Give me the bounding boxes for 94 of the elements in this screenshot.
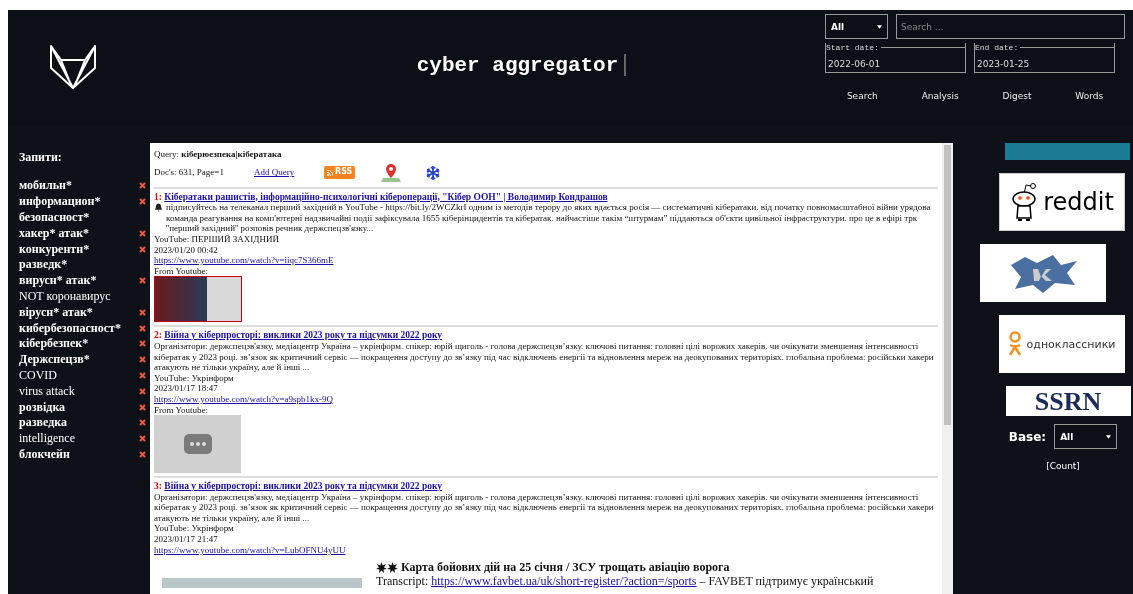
base-label: Base: — [1008, 429, 1047, 444]
query-item[interactable]: хакер* атак* — [19, 225, 90, 241]
remove-icon[interactable] — [139, 182, 146, 190]
post-title: Карта бойових дій на 25 січня / ЗСУ трощать авіацію ворога — [401, 560, 730, 575]
result-snippet: Організатори: держспецзв'язку, медіацентр Україна – укрінформ. спікер: юрій щиголь - голова держспецзв’язку. ключові питання: головні цілі ворожих хакерів. чи очікувати зменшення інтенсивності кібератак у 2023 році. зв’язок як критичний сервіс — покращення доступу до зв’язку під час відключень енергії та відновлення мереж на деокупованих територіях. глобальна проблема: російськи хакери атакують не тільки україну, але й інші ... — [154, 491, 935, 524]
person-icon — [1007, 331, 1022, 357]
query-item[interactable]: вирусн* атак* — [19, 273, 97, 289]
query-item[interactable]: блокчейн — [19, 446, 70, 462]
result-number: 1: — [154, 191, 162, 202]
map-pin-icon — [381, 163, 402, 182]
nav-button[interactable]: Search — [840, 89, 884, 103]
caret-icon — [877, 24, 882, 29]
dropdown[interactable]: All — [825, 14, 888, 39]
result-source: YouTube: Укрінформ — [154, 523, 235, 535]
date-label: End date: — [975, 43, 1019, 52]
query-item[interactable]: COVID — [19, 367, 57, 383]
source-label: From Youtube: — [154, 404, 209, 416]
query-item[interactable]: мобильн* — [19, 178, 72, 194]
query-item[interactable]: конкурентн* — [19, 241, 90, 257]
result-title-link[interactable]: Війна у кіберпросторі: виклики 2023 року та підсумки 2022 року — [164, 481, 443, 492]
remove-icon[interactable] — [139, 340, 146, 348]
date-input[interactable]: 2022-06-01 — [826, 56, 950, 72]
query-item[interactable]: разведк* — [19, 257, 68, 273]
snowflake-icon — [425, 164, 442, 181]
transcript-link[interactable]: https://www.favbet.ua/uk/short-register/?action=/sports — [431, 574, 697, 589]
remove-icon[interactable] — [139, 435, 146, 443]
date-label: Start date: — [826, 43, 879, 52]
remove-icon[interactable] — [139, 419, 146, 427]
site-title: cyber aggregator — [416, 54, 619, 77]
text-cursor — [624, 54, 627, 76]
scrollbar-thumb[interactable] — [944, 145, 951, 425]
result-url[interactable]: https://www.youtube.com/watch?v=iiqc7S366mE — [154, 255, 334, 266]
result-title-link[interactable]: Кібератаки рашистів, інформаційно-психологічні кібероперації, "Кібер ООН" | Володимир Кондрашов — [164, 191, 608, 202]
query-item[interactable]: NOT коронавирус — [19, 288, 111, 304]
video-placeholder[interactable] — [154, 415, 241, 474]
result-number: 3: — [154, 481, 162, 492]
result-date: 2023/01/20 00:42 — [154, 244, 219, 256]
result-date: 2023/01/17 18:47 — [154, 383, 219, 394]
remove-icon[interactable] — [139, 371, 146, 379]
result-title-link[interactable]: Війна у кіберпросторі: виклики 2023 року та підсумки 2022 року — [164, 330, 443, 341]
remove-icon[interactable] — [139, 387, 146, 395]
vk-logo[interactable] — [980, 244, 1106, 302]
query-item[interactable]: вірусн* атак* — [19, 304, 93, 320]
burst-icon — [376, 561, 398, 573]
transcript-label: Transcript: — [376, 574, 429, 589]
video-thumbnail[interactable] — [154, 276, 242, 323]
date-field[interactable]: Start date: 2022-06-01 — [825, 43, 966, 73]
ssrn-logo[interactable]: SSRN — [1005, 386, 1131, 416]
result-snippet: Організатори: держспецзв'язку, медіацентр Україна – укрінформ. спікер: юрій щиголь - голова держспецзв’язку. ключові питання: головні цілі ворожих хакерів. чи очікувати зменшення інтенсивності кібератак у 2023 році. зв’язок як критичний сервіс — покращення доступу до зв’язку під час відключень енергії та відновлення мереж на деокупованих територіях. глобальна проблема: російськи хакери атакують не тільки україну, але й інші ... — [154, 340, 935, 373]
more-icon — [183, 434, 212, 455]
remove-icon[interactable] — [139, 450, 146, 458]
query-item[interactable]: кібербезпек* — [19, 336, 89, 352]
remove-icon[interactable] — [139, 308, 146, 316]
query-item[interactable]: разведка — [19, 415, 67, 431]
query-item[interactable]: intelligence — [19, 431, 75, 447]
fox-logo — [49, 44, 97, 90]
query-line: Query: кіберюезпека|кібератака — [154, 149, 283, 160]
result-snippet: підписуйтесь на телеканал перший західний в YouTube - https://bit.ly/2WCZkrI одним із методів терору до яких вдається росія — систематичні кібератаки. від початку повномасштабної війни урядова команда реагування на комп'ютерні надзвичайні події зафіксувала 1655 кіберінцидентів та кібератак. найчастіше такім “штурмам” піддаються об'єкти цивільної інфраструктури. про це в ефірі трк ''перший західний'' розповів речник держспецзв'язку... — [166, 202, 932, 234]
query-item[interactable]: virus attack — [19, 383, 75, 399]
doc-count: Doc's: 631, Page=1 — [154, 167, 225, 178]
nav-button[interactable]: Digest — [996, 89, 1038, 103]
search-field[interactable]: Search ... — [896, 14, 1125, 39]
result-number: 2: — [154, 330, 162, 341]
result-date: 2023/01/17 21:47 — [154, 534, 219, 545]
remove-icon[interactable] — [139, 356, 146, 364]
caret-icon — [1106, 434, 1112, 439]
result-source: YouTube: ПЕРШИЙ ЗАХІДНИЙ — [154, 233, 280, 245]
query-item[interactable]: безопасност* — [19, 210, 90, 225]
nav-button[interactable]: Analysis — [915, 89, 965, 103]
remove-icon[interactable] — [139, 198, 146, 206]
remove-icon[interactable] — [139, 403, 146, 411]
nav-button[interactable]: Words — [1069, 89, 1110, 103]
transcript-text: – FAVBET підтримує український — [699, 574, 874, 589]
query-item[interactable]: информацион* — [19, 194, 101, 210]
result-url[interactable]: https://www.youtube.com/watch?v=LubOFNU4yUU — [154, 544, 346, 555]
source-label: From Youtube: — [154, 265, 209, 277]
remove-icon[interactable] — [139, 277, 146, 285]
date-input[interactable]: 2023-01-25 — [975, 56, 1099, 72]
remove-icon[interactable] — [139, 229, 146, 237]
date-field[interactable]: End date: 2023-01-25 — [974, 43, 1115, 73]
reddit-logo[interactable]: reddit — [998, 173, 1125, 231]
remove-icon[interactable] — [139, 324, 146, 332]
result-url[interactable]: https://www.youtube.com/watch?v=a9spb1kx-9Q — [154, 393, 333, 404]
dropdown[interactable]: All — [1054, 424, 1118, 449]
rss-icon — [327, 169, 333, 176]
add-query-link[interactable]: Add Query — [254, 167, 324, 178]
count-link[interactable]: [Count] — [1046, 461, 1080, 471]
sidebar-heading: Запити: — [19, 150, 63, 165]
remove-icon[interactable] — [139, 245, 146, 253]
odnoklassniki-logo[interactable]: одноклассники — [998, 315, 1125, 373]
query-item[interactable]: Держспецзв* — [19, 352, 90, 368]
query-item[interactable]: кибербезопасност* — [19, 320, 121, 336]
result-source: YouTube: Укрінформ — [154, 372, 235, 384]
query-item[interactable]: розвідка — [19, 399, 66, 415]
